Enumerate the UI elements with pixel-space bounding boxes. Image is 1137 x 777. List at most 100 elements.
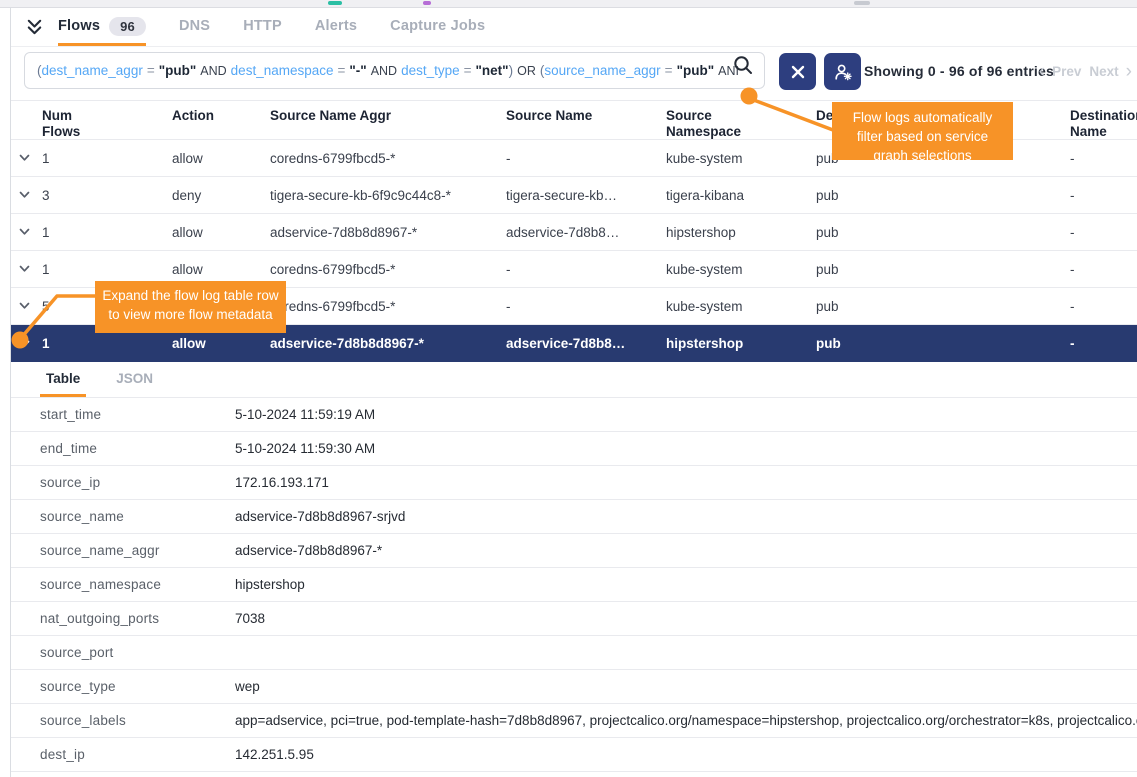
cell-source-name-aggr: coredns-6799fbcd5-* (265, 299, 501, 314)
detail-key: end_time (40, 441, 235, 456)
col-header-num-flows: Num Flows (37, 101, 167, 140)
query-token: = (464, 63, 472, 78)
query-token: source_name_aggr (544, 63, 660, 78)
detail-key: dest_ip (40, 747, 235, 762)
flow-table-row[interactable]: 1allowadservice-7d8b8d8967-*adservice-7d… (11, 214, 1137, 251)
cell-num-flows: 3 (37, 188, 167, 203)
tab-json[interactable]: JSON (110, 371, 159, 397)
tab-label: DNS (179, 18, 210, 34)
col-header-label: Action (172, 108, 214, 124)
detail-value: 7038 (235, 611, 1137, 626)
graph-fragment (854, 1, 870, 5)
query-token: dest_namespace (231, 63, 334, 78)
cell-source-name: adservice-7d8b8… (501, 225, 661, 240)
tab-flows[interactable]: Flows96 (58, 8, 146, 46)
cell-dest-name-aggr: pub (811, 299, 1065, 314)
detail-row: source_ip172.16.193.171 (11, 466, 1137, 500)
collapse-panel-icon[interactable] (25, 16, 44, 37)
query-token: ) (509, 63, 514, 78)
row-expand-chevron-icon[interactable] (11, 154, 37, 162)
flows-toolbar: (dest_name_aggr="pub"ANDdest_namespace="… (0, 46, 1137, 100)
clear-filter-button[interactable] (779, 53, 816, 90)
detail-key: start_time (40, 407, 235, 422)
cell-action: allow (167, 225, 265, 240)
col-header-label: Destination Name (1070, 108, 1137, 140)
cell-destination-name: - (1065, 262, 1137, 277)
tab-label: HTTP (243, 18, 282, 34)
search-icon[interactable] (731, 53, 755, 82)
detail-key: source_namespace (40, 577, 235, 592)
cell-destination-name: - (1065, 188, 1137, 203)
cell-dest-name-aggr: pub (811, 225, 1065, 240)
cell-num-flows: 1 (37, 225, 167, 240)
flow-logs-panel: Flows96DNSHTTPAlertsCapture Jobs (dest_n… (0, 0, 1137, 777)
tab-capture-jobs[interactable]: Capture Jobs (390, 8, 485, 46)
row-expand-chevron-icon[interactable] (11, 340, 37, 348)
detail-row: end_time5-10-2024 11:59:30 AM (11, 432, 1137, 466)
cell-source-name-aggr: adservice-7d8b8d8967-* (265, 225, 501, 240)
row-expand-chevron-icon[interactable] (11, 302, 37, 310)
detail-row: source_typewep (11, 670, 1137, 704)
row-expand-chevron-icon[interactable] (11, 228, 37, 236)
cell-source-namespace: kube-system (661, 262, 811, 277)
next-button[interactable]: Next (1085, 64, 1122, 79)
cell-destination-name: - (1065, 299, 1137, 314)
detail-row: dest_ip142.251.5.95 (11, 738, 1137, 772)
pagination: ‹ Prev Next › (1036, 46, 1135, 96)
cell-source-name-aggr: coredns-6799fbcd5-* (265, 151, 501, 166)
detail-key: nat_outgoing_ports (40, 611, 235, 626)
cell-num-flows: 1 (37, 336, 167, 351)
detail-value: hipstershop (235, 577, 1137, 592)
detail-row: source_name_aggradservice-7d8b8d8967-* (11, 534, 1137, 568)
cell-source-namespace: kube-system (661, 151, 811, 166)
row-expand-chevron-icon[interactable] (11, 191, 37, 199)
cell-destination-name: - (1065, 336, 1137, 351)
col-header-label: Source Name Aggr (270, 108, 391, 124)
next-chevron-icon[interactable]: › (1123, 62, 1135, 81)
query-token: OR (517, 64, 536, 78)
col-header-label: Source Name (506, 108, 592, 124)
cell-source-namespace: tigera-kibana (661, 188, 811, 203)
cell-num-flows: 1 (37, 151, 167, 166)
query-token: dest_name_aggr (42, 63, 143, 78)
flow-table-row[interactable]: 3denytigera-secure-kb-6f9c9c44c8-*tigera… (11, 177, 1137, 214)
col-header-source-name: Source Name (501, 101, 661, 140)
row-expand-chevron-icon[interactable] (11, 265, 37, 273)
cell-source-name-aggr: adservice-7d8b8d8967-* (265, 336, 501, 351)
filter-callout-tooltip: Flow logs automatically filter based on … (832, 102, 1013, 160)
cell-source-name: tigera-secure-kb… (501, 188, 661, 203)
prev-button[interactable]: Prev (1048, 64, 1085, 79)
col-header-source-namespace: Source Namespace (661, 101, 811, 140)
detail-value: 142.251.5.95 (235, 747, 1137, 762)
query-token: AND (371, 64, 397, 78)
detail-row: nat_outgoing_ports7038 (11, 602, 1137, 636)
cell-source-name-aggr: coredns-6799fbcd5-* (265, 262, 501, 277)
detail-row: source_nameadservice-7d8b8d8967-srjvd (11, 500, 1137, 534)
detail-key: source_name_aggr (40, 543, 235, 558)
prev-chevron-icon[interactable]: ‹ (1036, 62, 1048, 81)
user-settings-button[interactable] (824, 53, 861, 90)
tab-alerts[interactable]: Alerts (315, 8, 357, 46)
filter-query-text: (dest_name_aggr="pub"ANDdest_namespace="… (37, 63, 739, 78)
col-header-expander (11, 101, 37, 140)
filter-query-input[interactable]: (dest_name_aggr="pub"ANDdest_namespace="… (24, 52, 765, 89)
detail-row: source_labelsapp=adservice, pci=true, po… (11, 704, 1137, 738)
cell-dest-name-aggr: pub (811, 336, 1065, 351)
detail-key: source_port (40, 645, 235, 660)
detail-value: app=adservice, pci=true, pod-template-ha… (235, 713, 1137, 728)
query-token: = (147, 63, 155, 78)
cell-action: deny (167, 188, 265, 203)
query-token: "net" (476, 63, 509, 78)
cell-dest-name-aggr: pub (811, 262, 1065, 277)
query-token: "pub" (159, 63, 197, 78)
tab-table[interactable]: Table (40, 371, 86, 397)
tab-http[interactable]: HTTP (243, 8, 282, 46)
query-token: = (665, 63, 673, 78)
cell-source-name-aggr: tigera-secure-kb-6f9c9c44c8-* (265, 188, 501, 203)
detail-value: wep (235, 679, 1137, 694)
tab-dns[interactable]: DNS (179, 8, 210, 46)
cell-action: allow (167, 336, 265, 351)
cell-source-namespace: hipstershop (661, 225, 811, 240)
query-token: = (338, 63, 346, 78)
tab-label: Flows (58, 18, 100, 34)
